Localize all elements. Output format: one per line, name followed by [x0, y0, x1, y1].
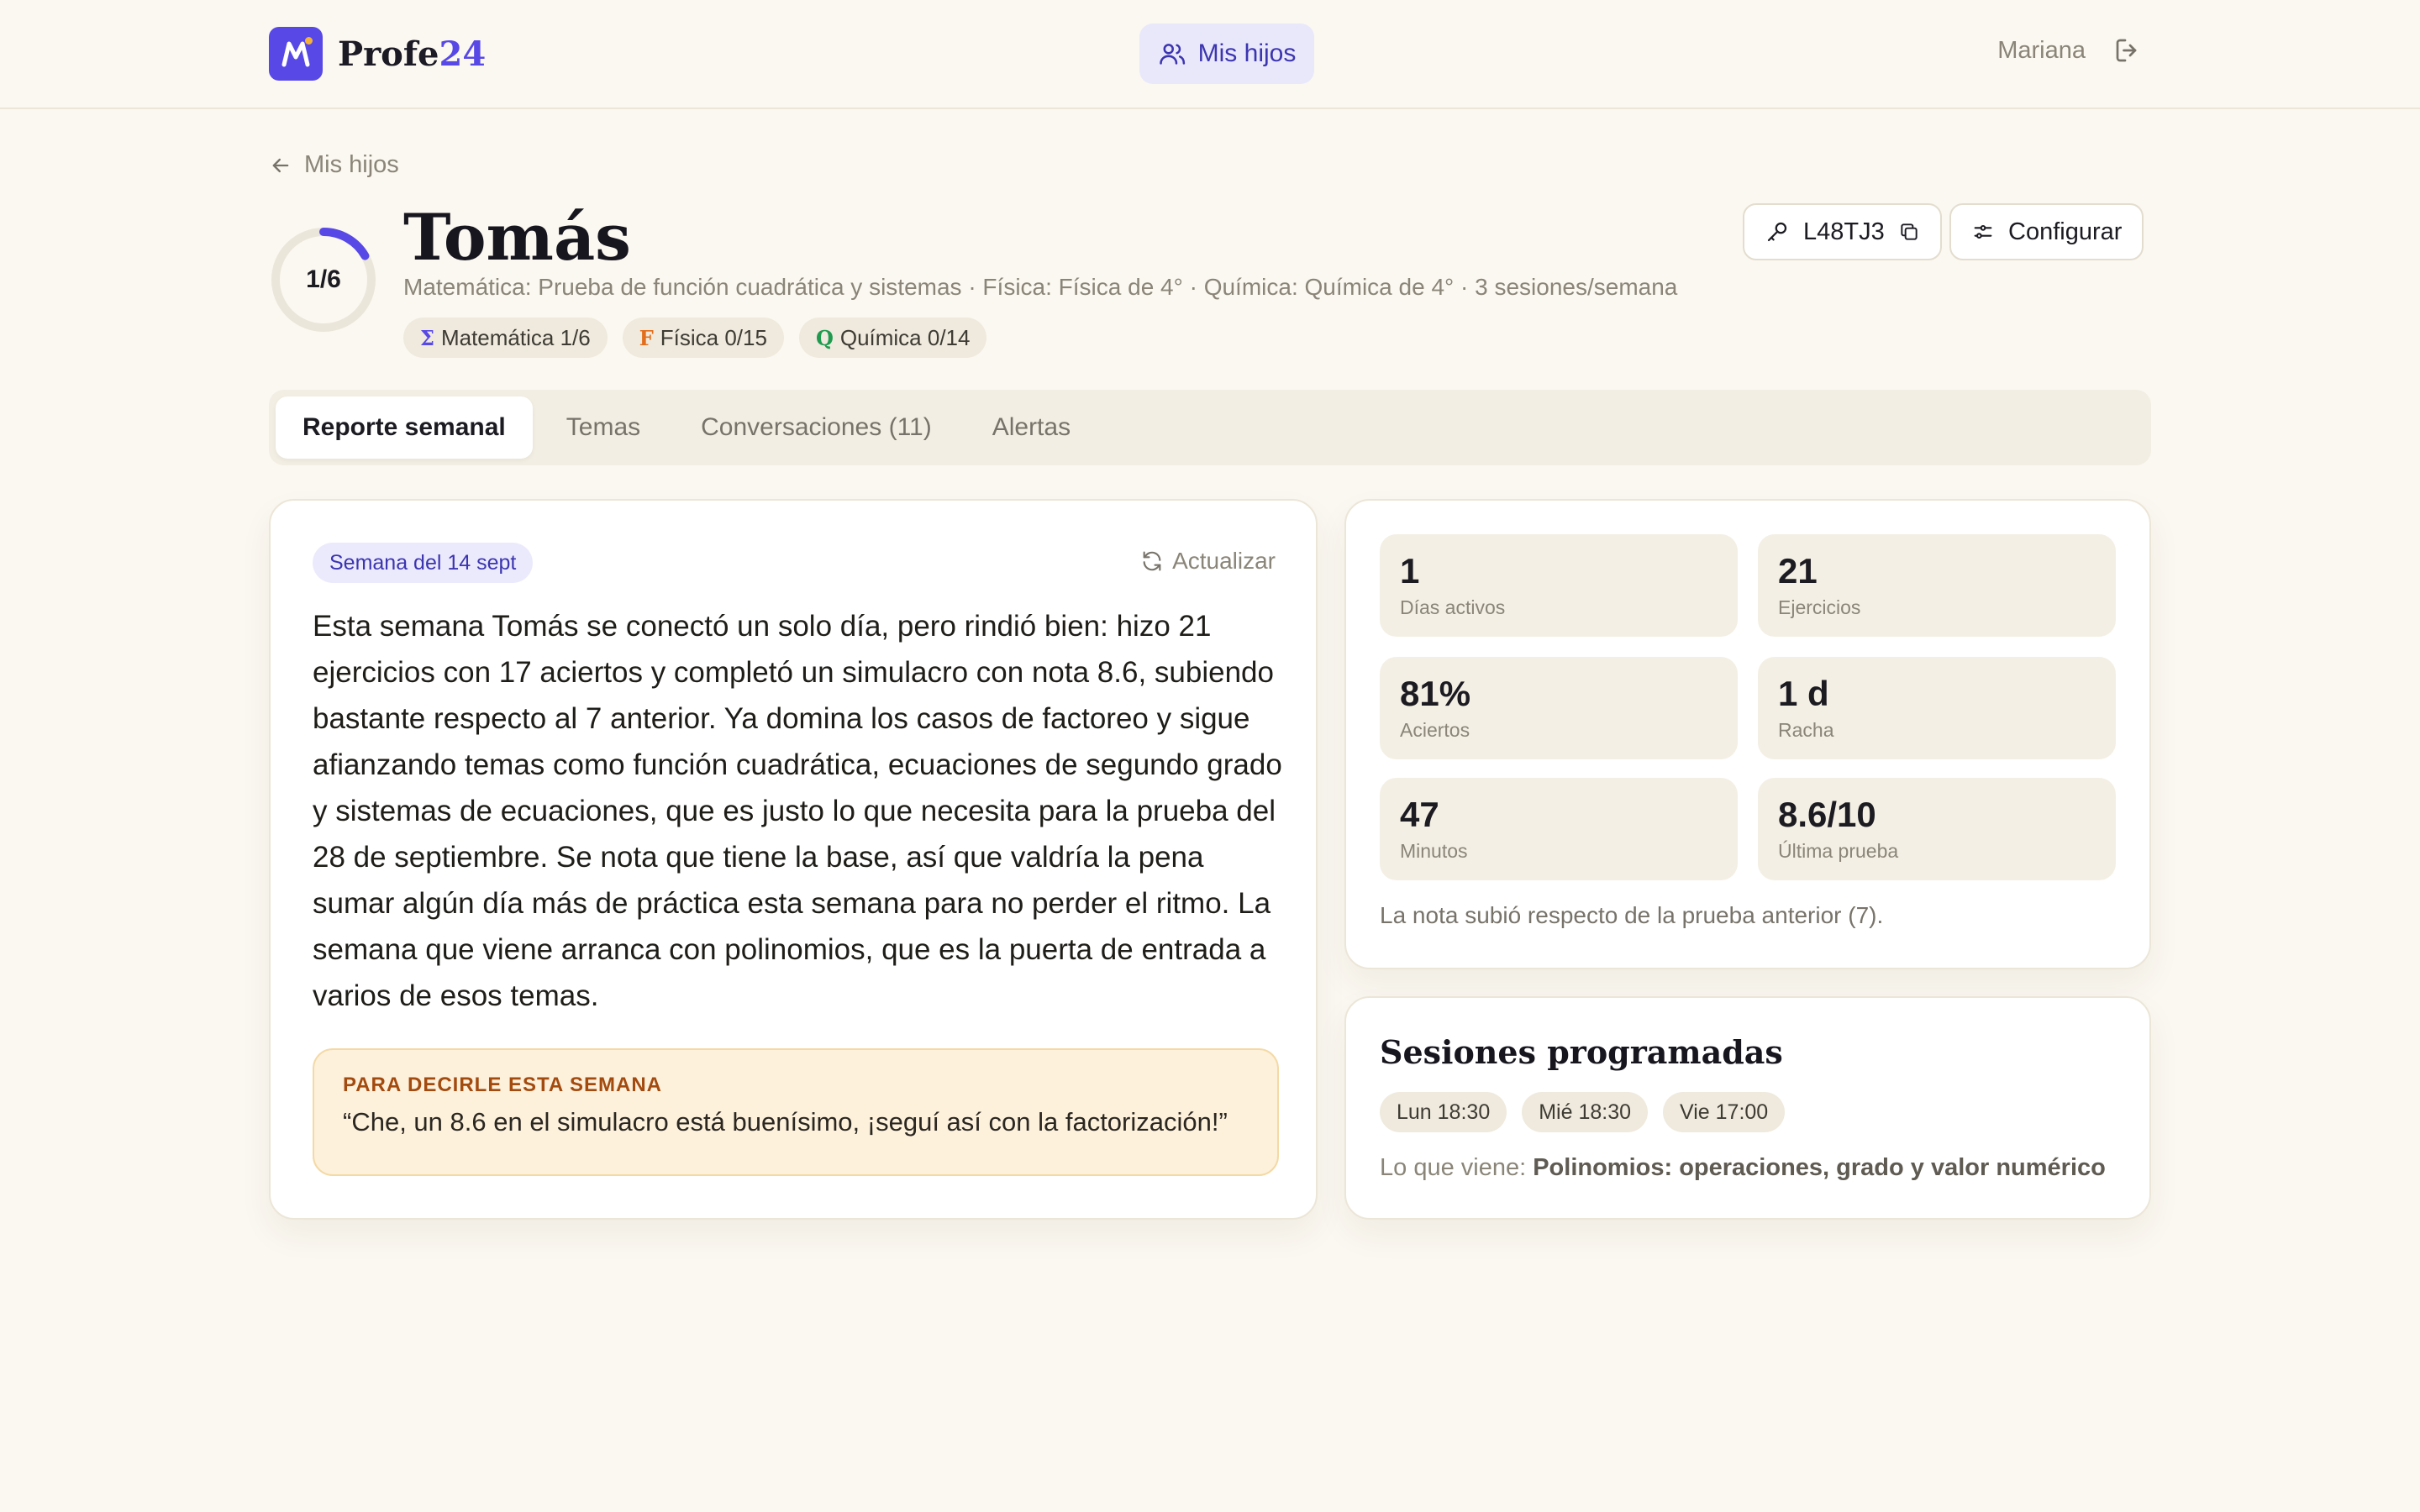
tab-bar: Reporte semanal Temas Conversaciones (11…	[269, 390, 2151, 465]
configure-label: Configurar	[2008, 218, 2123, 245]
tab-reporte-semanal[interactable]: Reporte semanal	[276, 396, 533, 459]
progress-label: 1/6	[306, 265, 341, 293]
stat-tile: 8.6/10 Última prueba	[1758, 778, 2116, 880]
user-menu: Mariana	[1997, 35, 2143, 66]
copy-icon[interactable]	[1898, 221, 1920, 243]
key-icon	[1767, 222, 1787, 242]
subject-chip-quimica[interactable]: Q Química 0/14	[798, 318, 987, 358]
talking-point-callout: PARA DECIRLE ESTA SEMANA “Che, un 8.6 en…	[313, 1048, 1279, 1176]
subject-chip-label: Química 0/14	[839, 324, 971, 350]
stat-value: 21	[1778, 551, 1818, 591]
logout-icon[interactable]	[2112, 35, 2143, 66]
stats-note: La nota subió respecto de la prueba ante…	[1380, 902, 1884, 928]
session-slot: Lun 18:30	[1380, 1092, 1507, 1132]
subject-chip-matematica[interactable]: Σ Matemática 1/6	[403, 318, 608, 358]
sessions-title: Sesiones programadas	[1380, 1033, 1783, 1071]
logo-mark-icon	[269, 27, 323, 81]
arrow-left-icon	[272, 158, 289, 172]
tab-alertas[interactable]: Alertas	[965, 396, 1097, 459]
session-slot: Mié 18:30	[1522, 1092, 1649, 1132]
callout-text: “Che, un 8.6 en el simulacro está buenís…	[343, 1107, 1228, 1137]
subject-chip-label: Matemática 1/6	[440, 324, 591, 350]
stat-label: Ejercicios	[1778, 596, 1861, 618]
top-bar: Profe24 Mis hijos Mariana	[0, 0, 2420, 109]
weekly-report-card: Semana del 14 sept Actualizar Esta seman…	[269, 499, 1318, 1220]
back-link-label: Mis hijos	[304, 151, 399, 178]
next-topic: Lo que viene: Polinomios: operaciones, g…	[1380, 1154, 2106, 1182]
stat-label: Días activos	[1400, 596, 1506, 618]
stat-tile: 1 d Racha	[1758, 657, 2116, 759]
nav-label: Mis hijos	[1197, 39, 1297, 67]
refresh-label: Actualizar	[1172, 548, 1276, 574]
student-subtitle: Matemática: Prueba de función cuadrática…	[403, 274, 1678, 300]
refresh-icon	[1143, 551, 1161, 571]
tab-conversaciones[interactable]: Conversaciones (11)	[674, 396, 959, 459]
refresh-button[interactable]: Actualizar	[1140, 548, 1276, 575]
stat-value: 81%	[1400, 674, 1471, 713]
stat-value: 47	[1400, 795, 1439, 834]
sliders-icon	[1974, 224, 1992, 239]
users-icon	[1159, 44, 1185, 65]
stat-label: Última prueba	[1778, 840, 1899, 862]
stat-label: Aciertos	[1400, 719, 1470, 741]
back-link[interactable]: Mis hijos	[269, 151, 399, 179]
stat-label: Racha	[1778, 719, 1834, 741]
stats-card: 1 Días activos 21 Ejercicios 81% Acierto…	[1344, 499, 2151, 969]
subject-chip-fisica[interactable]: F Física 0/15	[622, 318, 784, 358]
user-name[interactable]: Mariana	[1997, 37, 2086, 65]
stat-tile: 47 Minutos	[1380, 778, 1738, 880]
physics-icon: F	[639, 325, 654, 350]
next-topic-name: Polinomios: operaciones, grado y valor n…	[1533, 1154, 2106, 1181]
student-name: Tomás	[403, 200, 631, 275]
subject-chips: Σ Matemática 1/6 F Física 0/15 Q Química…	[403, 318, 987, 358]
sessions-card: Sesiones programadas Lun 18:30 Mié 18:30…	[1344, 996, 2151, 1220]
subject-chip-label: Física 0/15	[660, 324, 767, 350]
stat-value: 1 d	[1778, 674, 1829, 713]
weekly-report-text: Esta semana Tomás se conectó un solo día…	[313, 610, 1282, 1012]
stat-tile: 21 Ejercicios	[1758, 534, 2116, 637]
stat-value: 8.6/10	[1778, 795, 1876, 834]
tab-temas[interactable]: Temas	[539, 396, 667, 459]
brand-name: Profe24	[338, 34, 487, 74]
stat-tile: 1 Días activos	[1380, 534, 1738, 637]
session-slot: Vie 17:00	[1663, 1092, 1786, 1132]
next-topic-prefix: Lo que viene:	[1380, 1154, 1534, 1181]
callout-title: PARA DECIRLE ESTA SEMANA	[343, 1074, 663, 1096]
stat-label: Minutos	[1400, 840, 1468, 862]
brand-logo[interactable]: Profe24	[269, 27, 486, 81]
session-slots: Lun 18:30 Mié 18:30 Vie 17:00	[1380, 1092, 1786, 1132]
sigma-icon: Σ	[420, 325, 434, 350]
stat-tile: 81% Aciertos	[1380, 657, 1738, 759]
chemistry-icon: Q	[815, 325, 834, 350]
configure-button[interactable]: Configurar	[1949, 203, 2144, 260]
access-code: L48TJ3	[1803, 218, 1885, 245]
nav-mis-hijos[interactable]: Mis hijos	[1139, 24, 1314, 84]
stat-value: 1	[1400, 551, 1420, 591]
week-badge: Semana del 14 sept	[313, 543, 534, 583]
access-code-button[interactable]: L48TJ3	[1743, 203, 1942, 260]
